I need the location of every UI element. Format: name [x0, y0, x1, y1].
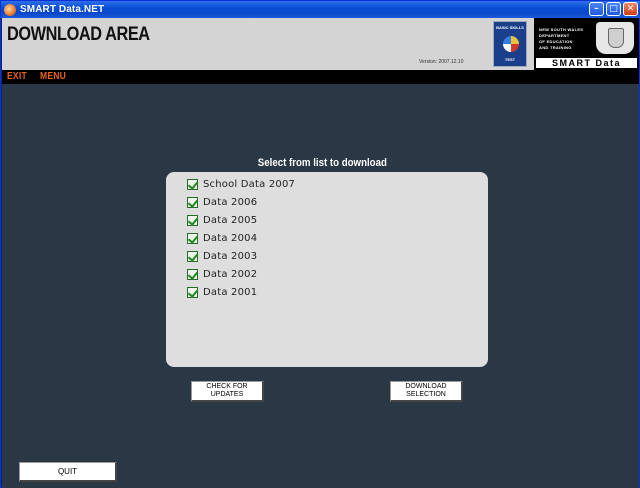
bst-logo-text-bottom: TEST — [504, 57, 516, 62]
download-selection-label: DOWNLOAD — [405, 383, 447, 390]
main-area: Select from list to download School Data… — [2, 84, 639, 488]
checkbox-checked-icon[interactable] — [187, 268, 198, 280]
window-controls: – □ ✕ — [589, 2, 638, 16]
checkbox-checked-icon[interactable] — [187, 232, 198, 244]
download-list: School Data 2007 Data 2006 Data 2005 Dat… — [166, 172, 488, 367]
close-button[interactable]: ✕ — [623, 2, 638, 16]
window-title: SMART Data.NET — [20, 4, 105, 15]
app-icon — [4, 3, 16, 16]
department-name: NEW SOUTH WALES DEPARTMENT OF EDUCATION … — [539, 27, 583, 51]
bst-logo-emblem — [503, 36, 519, 52]
list-item[interactable]: Data 2004 — [187, 231, 257, 245]
department-line: AND TRAINING — [539, 45, 572, 50]
page-title: DOWNLOAD AREA — [7, 24, 150, 45]
checkbox-checked-icon[interactable] — [187, 250, 198, 262]
checkbox-checked-icon[interactable] — [187, 214, 198, 226]
menu-menu[interactable]: MENU — [40, 71, 66, 82]
quit-button[interactable]: QUIT — [19, 462, 117, 482]
app-header: DOWNLOAD AREA Version: 2007.12.10 BASIC … — [2, 18, 639, 70]
list-item-label: Data 2003 — [203, 250, 258, 262]
checkbox-checked-icon[interactable] — [187, 178, 198, 190]
check-updates-label: CHECK FOR — [206, 383, 248, 390]
list-item-label: Data 2002 — [203, 268, 258, 280]
list-item-label: Data 2004 — [203, 232, 258, 244]
list-item[interactable]: Data 2006 — [187, 195, 257, 209]
list-item[interactable]: Data 2005 — [187, 213, 257, 227]
list-item-label: School Data 2007 — [203, 178, 296, 190]
version-label: Version: 2007.12.10 — [419, 59, 464, 65]
brand-label: SMART Data — [536, 58, 637, 68]
list-item-label: Data 2006 — [203, 196, 258, 208]
maximize-button[interactable]: □ — [606, 2, 621, 16]
checkbox-checked-icon[interactable] — [187, 286, 198, 298]
check-updates-button[interactable]: CHECK FOR UPDATES — [191, 381, 264, 402]
checkbox-checked-icon[interactable] — [187, 196, 198, 208]
download-selection-label: SELECTION — [406, 391, 446, 398]
menu-exit[interactable]: EXIT — [7, 71, 27, 82]
list-item[interactable]: Data 2002 — [187, 267, 257, 281]
title-bar[interactable]: SMART Data.NET – □ ✕ — [1, 1, 640, 18]
check-updates-label: UPDATES — [210, 391, 244, 398]
list-heading-text: Select from list to download — [257, 157, 388, 169]
list-item-label: Data 2001 — [203, 286, 258, 298]
app-window: SMART Data.NET – □ ✕ DOWNLOAD AREA Versi… — [0, 0, 640, 488]
nsw-crest-icon — [596, 22, 634, 54]
list-item[interactable]: Data 2003 — [187, 249, 257, 263]
bst-logo-text-top: BASIC SKILLS — [496, 25, 524, 30]
basic-skills-test-logo: BASIC SKILLS TEST — [493, 21, 527, 67]
minimize-button[interactable]: – — [589, 2, 604, 16]
list-item[interactable]: Data 2001 — [187, 285, 257, 299]
download-selection-button[interactable]: DOWNLOAD SELECTION — [390, 381, 463, 402]
list-item[interactable]: School Data 2007 — [187, 177, 295, 191]
menu-bar: EXIT MENU — [2, 70, 639, 84]
list-item-label: Data 2005 — [203, 214, 258, 226]
list-heading: Select from list to download — [2, 157, 639, 169]
department-logo: NEW SOUTH WALES DEPARTMENT OF EDUCATION … — [534, 18, 639, 70]
